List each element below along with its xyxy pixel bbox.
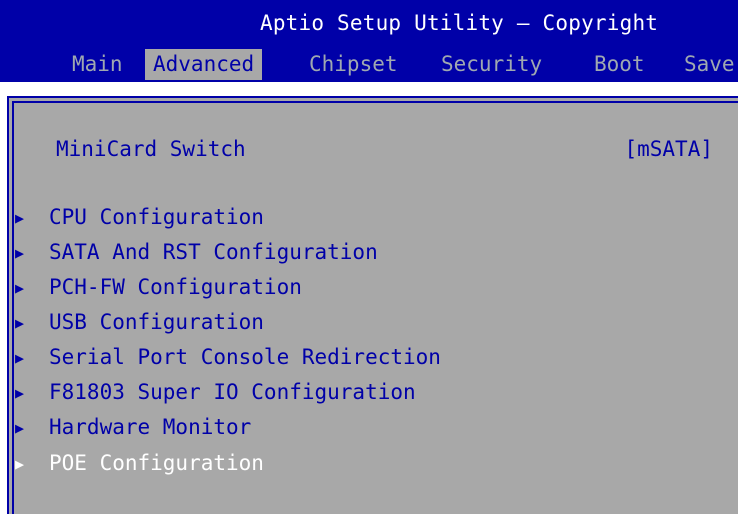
- tab-security[interactable]: Security: [441, 49, 542, 80]
- menu-item-label: USB Configuration: [49, 310, 264, 334]
- menu-item-poe-configuration[interactable]: ▶ POE Configuration: [15, 448, 264, 478]
- submenu-arrow-icon: ▶: [15, 349, 25, 367]
- menu-item-pch-fw-configuration[interactable]: ▶ PCH-FW Configuration: [15, 272, 302, 302]
- menu-item-sata-rst-configuration[interactable]: ▶ SATA And RST Configuration: [15, 237, 378, 267]
- menu-item-serial-port-console-redirection[interactable]: ▶ Serial Port Console Redirection: [15, 342, 441, 372]
- minicard-switch-label: MiniCard Switch: [56, 137, 246, 161]
- submenu-arrow-icon: ▶: [15, 209, 25, 227]
- submenu-arrow-icon: ▶: [15, 455, 25, 473]
- tab-advanced[interactable]: Advanced: [145, 49, 263, 80]
- menu-item-label: Hardware Monitor: [49, 415, 252, 439]
- menu-item-cpu-configuration[interactable]: ▶ CPU Configuration: [15, 202, 264, 232]
- menu-item-label: SATA And RST Configuration: [49, 240, 378, 264]
- tab-main[interactable]: Main: [72, 49, 123, 80]
- submenu-arrow-icon: ▶: [15, 279, 25, 297]
- menu-item-label: F81803 Super IO Configuration: [49, 380, 416, 404]
- menu-item-label: POE Configuration: [49, 451, 264, 475]
- menu-item-usb-configuration[interactable]: ▶ USB Configuration: [15, 307, 264, 337]
- minicard-switch-value[interactable]: [mSATA]: [624, 134, 713, 164]
- menu-item-label: PCH-FW Configuration: [49, 275, 302, 299]
- submenu-arrow-icon: ▶: [15, 384, 25, 402]
- menu-item-label: Serial Port Console Redirection: [49, 345, 441, 369]
- submenu-arrow-icon: ▶: [15, 419, 25, 437]
- settings-frame: MiniCard Switch [mSATA] ▶ CPU Configurati…: [7, 96, 738, 514]
- bios-setup-screen: Aptio Setup Utility – Copyright Main Adv…: [0, 0, 738, 514]
- menu-item-super-io-configuration[interactable]: ▶ F81803 Super IO Configuration: [15, 377, 416, 407]
- submenu-arrow-icon: ▶: [15, 244, 25, 262]
- settings-panel: MiniCard Switch [mSATA] ▶ CPU Configurati…: [0, 82, 738, 514]
- tab-save[interactable]: Save: [684, 49, 735, 80]
- tab-bar: Main Advanced Chipset Security Boot Save: [0, 46, 738, 82]
- tab-boot[interactable]: Boot: [594, 49, 645, 80]
- header-bar: Aptio Setup Utility – Copyright Main Adv…: [0, 0, 738, 82]
- submenu-arrow-icon: ▶: [15, 314, 25, 332]
- utility-title: Aptio Setup Utility – Copyright: [260, 11, 659, 35]
- menu-item-hardware-monitor[interactable]: ▶ Hardware Monitor: [15, 412, 251, 442]
- menu-item-label: CPU Configuration: [49, 205, 264, 229]
- tab-chipset[interactable]: Chipset: [309, 49, 398, 80]
